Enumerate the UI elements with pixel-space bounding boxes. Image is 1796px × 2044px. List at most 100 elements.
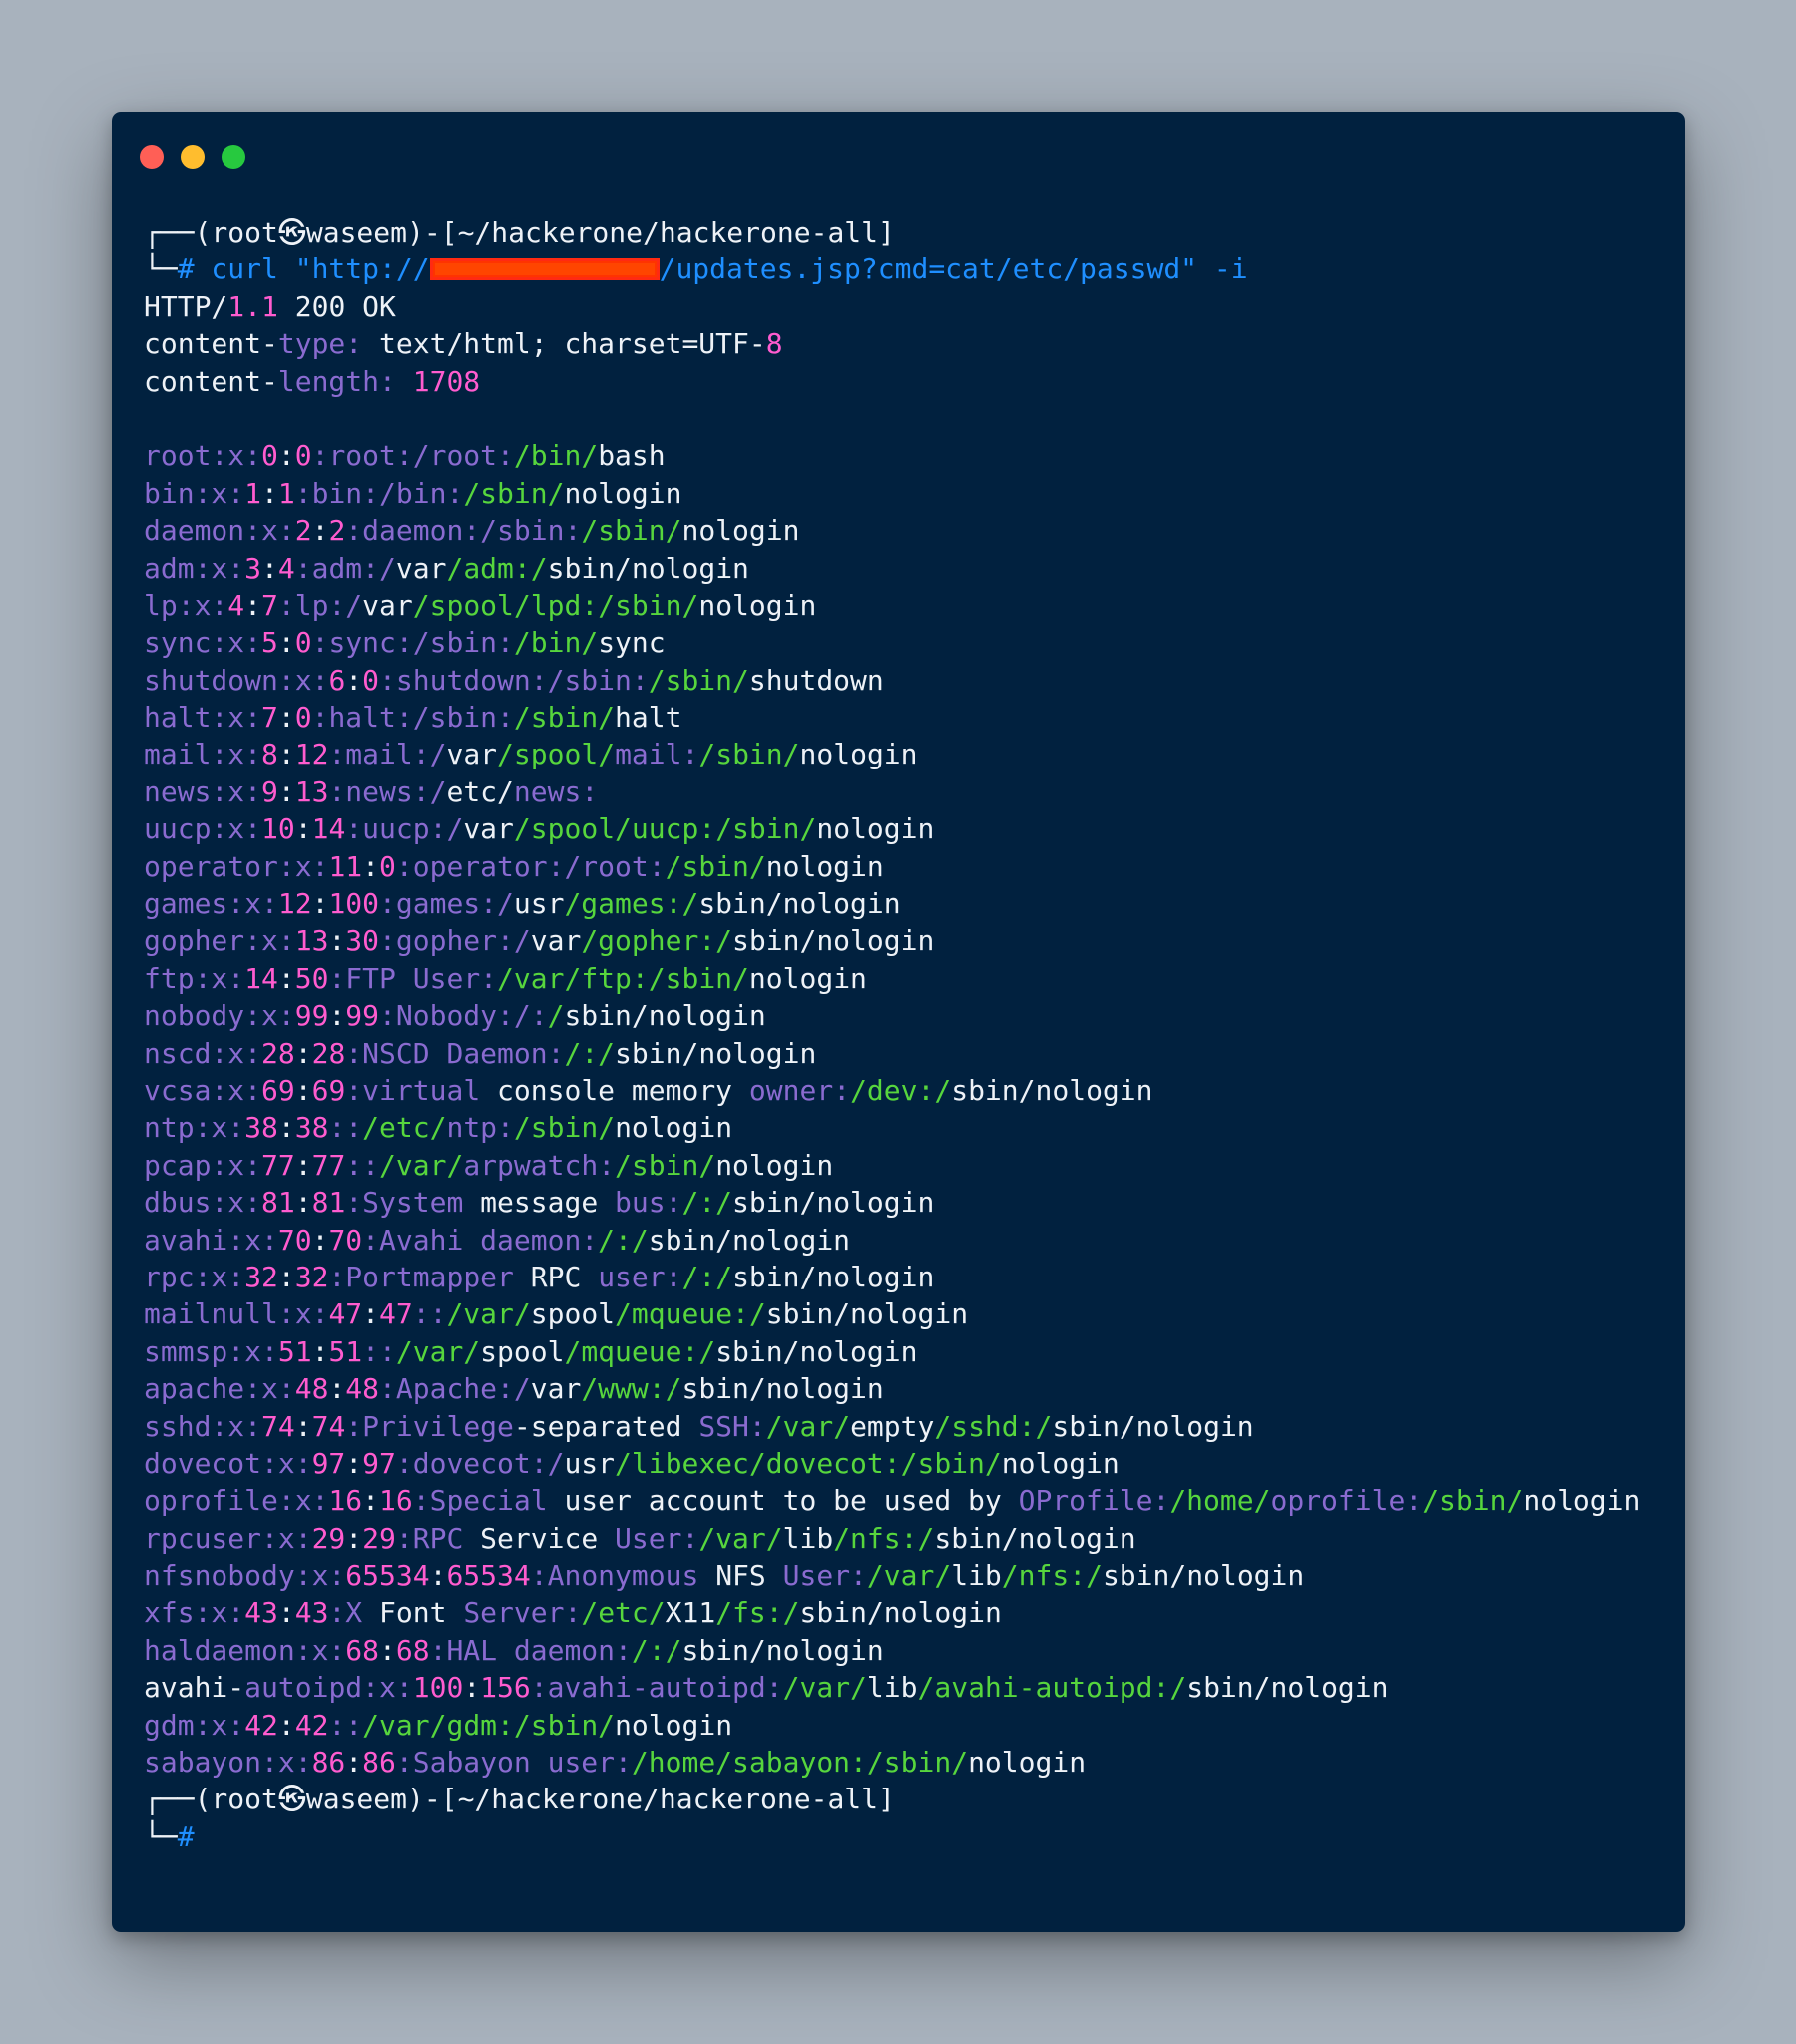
terminal-text: :uucp:/ — [345, 812, 464, 846]
zoom-window-button[interactable] — [222, 145, 245, 169]
terminal-text: /sbin/ — [463, 476, 565, 510]
terminal-text: sbin/nologin — [681, 1633, 884, 1667]
terminal-text: type: — [277, 327, 363, 361]
terminal-text: xfs:x: — [144, 1596, 245, 1630]
terminal-text: usr — [564, 1446, 616, 1480]
terminal-text: 70 — [328, 1223, 363, 1257]
terminal-text: 200 OK — [277, 289, 396, 323]
terminal-text: arpwatch: — [463, 1148, 616, 1182]
terminal-text: dbus:x: — [144, 1186, 262, 1220]
terminal-text: 0 — [379, 849, 396, 883]
terminal-text: : — [362, 1484, 380, 1518]
terminal-text: 2 — [294, 514, 312, 548]
terminal-text: /avahi-autoipd:/ — [917, 1671, 1187, 1705]
terminal-text: gdm:x: — [144, 1708, 245, 1742]
terminal-text: OProfile: — [1018, 1484, 1170, 1518]
terminal-text: /sbin/ — [866, 1746, 969, 1780]
terminal-text: :virtual — [345, 1073, 498, 1107]
terminal-text: : — [311, 1223, 329, 1257]
terminal-text: bin:x: — [144, 476, 245, 510]
terminal-text: 100 — [328, 887, 380, 921]
terminal-text: :: — [345, 1148, 380, 1182]
terminal-text: : — [294, 1409, 312, 1443]
terminal-text: : — [311, 1334, 329, 1368]
terminal-text: nologin — [681, 514, 800, 548]
terminal-text: 86 — [362, 1746, 396, 1780]
terminal-line: nscd:x:28:28:NSCD Daemon:/:/sbin/nologin — [144, 1035, 1640, 1072]
terminal-text: :X — [328, 1596, 380, 1630]
terminal-line: vcsa:x:69:69:virtual console memory owne… — [144, 1072, 1640, 1109]
terminal-text: # curl "http:// — [177, 253, 430, 286]
terminal-text: /sbin/ — [715, 812, 817, 846]
terminal-text: 16 — [328, 1484, 363, 1518]
terminal-line: content-length: 1708 — [144, 363, 1640, 400]
terminal-text: 50 — [294, 961, 329, 995]
terminal-text: bus: — [615, 1186, 682, 1220]
terminal-text: : — [345, 1746, 363, 1780]
terminal-line: HTTP/1.1 200 OK — [144, 288, 1640, 325]
terminal-text: : — [294, 1186, 312, 1220]
terminal-text: /etc/ — [362, 1111, 447, 1145]
terminal-text: sbin/nologin — [951, 1073, 1153, 1107]
terminal-text: adm:x: — [144, 551, 245, 585]
terminal-text: /var/ — [379, 1148, 464, 1182]
terminal-text: var — [362, 588, 413, 622]
terminal-text: etc — [446, 774, 498, 808]
terminal-text: 2 — [328, 514, 346, 548]
terminal-text: 14 — [311, 812, 346, 846]
terminal-text: sync — [598, 626, 666, 660]
terminal-line: halt:x:7:0:halt:/sbin:/sbin/halt — [144, 699, 1640, 736]
terminal-text: /dev:/ — [850, 1073, 952, 1107]
terminal-line: avahi:x:70:70:Avahi daemon:/:/sbin/nolog… — [144, 1222, 1640, 1259]
terminal-line: nfsnobody:x:65534:65534:Anonymous NFS Us… — [144, 1557, 1640, 1594]
terminal-text: /spool/uucp: — [513, 812, 716, 846]
terminal-text: /sbin/ — [665, 849, 766, 883]
terminal-text: /mqueue:/ — [564, 1334, 716, 1368]
terminal-line: games:x:12:100:games:/usr/games:/sbin/no… — [144, 885, 1640, 922]
terminal-text: ftp:x: — [144, 961, 245, 995]
terminal-text: NFS — [715, 1559, 783, 1593]
terminal-text: 0 — [294, 439, 312, 473]
terminal-text: /fs:/ — [715, 1596, 800, 1630]
terminal-text: sbin/nologin — [564, 999, 766, 1033]
terminal-text: : — [277, 439, 295, 473]
terminal-text: /var/ — [446, 1297, 531, 1331]
terminal-text: avahi:x: — [144, 1223, 278, 1257]
minimize-window-button[interactable] — [181, 145, 205, 169]
terminal-text: avahi- — [144, 1671, 245, 1705]
terminal-text: 5 — [261, 626, 278, 660]
terminal-text: :: — [328, 1708, 363, 1742]
terminal-text: : — [277, 1708, 295, 1742]
terminal-text: : — [345, 1446, 363, 1480]
terminal-text: 97 — [362, 1446, 396, 1480]
terminal-text: /sbin/ — [1422, 1484, 1524, 1518]
terminal-text: ┌──(root㉿waseem)-[~/hackerone/hackerone-… — [144, 216, 895, 249]
terminal-text: lib — [866, 1671, 918, 1705]
terminal-text: 12 — [277, 887, 312, 921]
terminal-line: └─# — [144, 1818, 1640, 1855]
terminal-text: 4 — [277, 551, 295, 585]
close-window-button[interactable] — [140, 145, 164, 169]
terminal-text: /sbin/ — [513, 1708, 616, 1742]
terminal-text: :Portmapper — [328, 1260, 531, 1293]
terminal-text: : — [277, 1596, 295, 1630]
terminal-text: : — [362, 1297, 380, 1331]
terminal-text: 48 — [294, 1372, 329, 1406]
terminal-text: uucp:x: — [144, 812, 262, 846]
terminal-text: usr — [513, 887, 565, 921]
terminal-text: spool — [480, 1334, 565, 1368]
terminal-text: lib — [951, 1559, 1002, 1593]
terminal-text: nologin — [1523, 1484, 1641, 1518]
terminal-text: : — [277, 626, 295, 660]
terminal-text: /sbin/ — [648, 961, 749, 995]
terminal-text: var — [530, 924, 582, 958]
terminal-text: mailnull:x: — [144, 1297, 329, 1331]
terminal-text: 1 — [244, 476, 262, 510]
terminal-text: # — [177, 1819, 195, 1853]
terminal-text: autoipd:x: — [244, 1671, 413, 1705]
terminal-output[interactable]: ┌──(root㉿waseem)-[~/hackerone/hackerone-… — [144, 214, 1640, 1855]
terminal-text: : — [362, 849, 380, 883]
terminal-text: : — [311, 514, 329, 548]
terminal-text: :shutdown:/sbin: — [379, 663, 649, 697]
terminal-text: 16 — [379, 1484, 413, 1518]
